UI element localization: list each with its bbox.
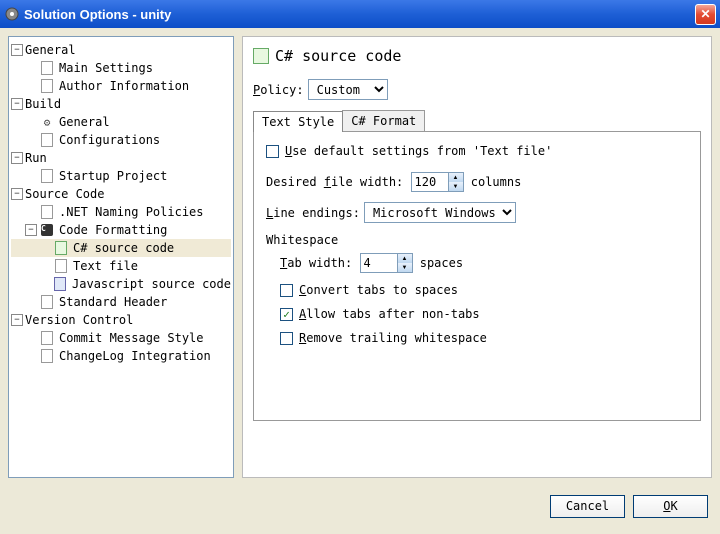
tab-width-label: Tab width: bbox=[280, 256, 352, 270]
spaces-label: spaces bbox=[420, 256, 463, 270]
doc-icon bbox=[39, 168, 55, 184]
spin-down-icon[interactable]: ▼ bbox=[398, 263, 412, 272]
cancel-button[interactable]: Cancel bbox=[550, 495, 625, 518]
collapse-icon[interactable]: − bbox=[11, 152, 23, 164]
desired-width-label: Desired file width: bbox=[266, 175, 403, 189]
close-button[interactable]: ✕ bbox=[695, 4, 716, 25]
collapse-icon[interactable]: − bbox=[11, 44, 23, 56]
tree-configurations[interactable]: Configurations bbox=[11, 131, 231, 149]
spin-down-icon[interactable]: ▼ bbox=[449, 182, 463, 191]
collapse-icon[interactable]: − bbox=[25, 224, 37, 236]
app-icon bbox=[4, 6, 20, 22]
whitespace-heading: Whitespace bbox=[266, 233, 688, 247]
tree-source-code[interactable]: −Source Code bbox=[11, 185, 231, 203]
tree-standard-header[interactable]: Standard Header bbox=[11, 293, 231, 311]
tree-startup-project[interactable]: Startup Project bbox=[11, 167, 231, 185]
tree-author-info[interactable]: Author Information bbox=[11, 77, 231, 95]
tab-csharp-format[interactable]: C# Format bbox=[342, 110, 425, 131]
tree-main-settings[interactable]: Main Settings bbox=[11, 59, 231, 77]
columns-label: columns bbox=[471, 175, 522, 189]
doc-icon bbox=[39, 294, 55, 310]
tab-strip: Text Style C# Format bbox=[253, 110, 701, 131]
tree-text-file[interactable]: Text file bbox=[11, 257, 231, 275]
titlebar: Solution Options - unity ✕ bbox=[0, 0, 720, 28]
spin-up-icon[interactable]: ▲ bbox=[398, 254, 412, 263]
doc-icon bbox=[39, 132, 55, 148]
collapse-icon[interactable]: − bbox=[11, 188, 23, 200]
tree-general[interactable]: −General bbox=[11, 41, 231, 59]
convert-tabs-checkbox[interactable] bbox=[280, 284, 293, 297]
use-default-label: Use default settings from 'Text file' bbox=[285, 144, 552, 158]
tab-spinner[interactable]: ▲▼ bbox=[398, 253, 413, 273]
desired-width-input[interactable] bbox=[411, 172, 449, 192]
remove-trailing-checkbox[interactable] bbox=[280, 332, 293, 345]
tab-content: Use default settings from 'Text file' De… bbox=[253, 131, 701, 421]
csharp-icon bbox=[53, 240, 69, 256]
tab-width-input[interactable] bbox=[360, 253, 398, 273]
doc-icon bbox=[53, 258, 69, 274]
tree-build-general[interactable]: General bbox=[11, 113, 231, 131]
js-icon bbox=[52, 276, 68, 292]
csharp-icon bbox=[253, 48, 269, 64]
page-title: C# source code bbox=[275, 47, 401, 65]
doc-icon bbox=[39, 204, 55, 220]
tree-js-source[interactable]: Javascript source code bbox=[11, 275, 231, 293]
doc-icon bbox=[39, 348, 55, 364]
doc-icon bbox=[39, 78, 55, 94]
remove-trailing-label: Remove trailing whitespace bbox=[299, 331, 487, 345]
spin-up-icon[interactable]: ▲ bbox=[449, 173, 463, 182]
tree-commit-style[interactable]: Commit Message Style bbox=[11, 329, 231, 347]
doc-icon bbox=[39, 330, 55, 346]
tree-naming-policies[interactable]: .NET Naming Policies bbox=[11, 203, 231, 221]
policy-select[interactable]: Custom bbox=[308, 79, 388, 100]
allow-tabs-checkbox[interactable]: ✓ bbox=[280, 308, 293, 321]
tree-run[interactable]: −Run bbox=[11, 149, 231, 167]
convert-tabs-label: Convert tabs to spaces bbox=[299, 283, 458, 297]
collapse-icon[interactable]: − bbox=[11, 314, 23, 326]
policy-label: Policy: bbox=[253, 83, 304, 97]
tree-changelog[interactable]: ChangeLog Integration bbox=[11, 347, 231, 365]
tree-build[interactable]: −Build bbox=[11, 95, 231, 113]
line-endings-select[interactable]: Microsoft Windows bbox=[364, 202, 516, 223]
collapse-icon[interactable]: − bbox=[11, 98, 23, 110]
content-panel: C# source code Policy: Custom Text Style… bbox=[242, 36, 712, 478]
ok-button[interactable]: OK bbox=[633, 495, 708, 518]
code-icon bbox=[39, 222, 55, 238]
tree-version-control[interactable]: −Version Control bbox=[11, 311, 231, 329]
dialog-footer: Cancel OK bbox=[0, 486, 720, 526]
width-spinner[interactable]: ▲▼ bbox=[449, 172, 464, 192]
doc-icon bbox=[39, 60, 55, 76]
nav-tree[interactable]: −General Main Settings Author Informatio… bbox=[8, 36, 234, 478]
gear-icon bbox=[39, 114, 55, 130]
tree-code-formatting[interactable]: −Code Formatting bbox=[11, 221, 231, 239]
tree-csharp-source[interactable]: C# source code bbox=[11, 239, 231, 257]
window-title: Solution Options - unity bbox=[24, 7, 695, 22]
allow-tabs-label: Allow tabs after non-tabs bbox=[299, 307, 480, 321]
line-endings-label: Line endings: bbox=[266, 206, 360, 220]
tab-text-style[interactable]: Text Style bbox=[253, 111, 343, 132]
use-default-checkbox[interactable] bbox=[266, 145, 279, 158]
